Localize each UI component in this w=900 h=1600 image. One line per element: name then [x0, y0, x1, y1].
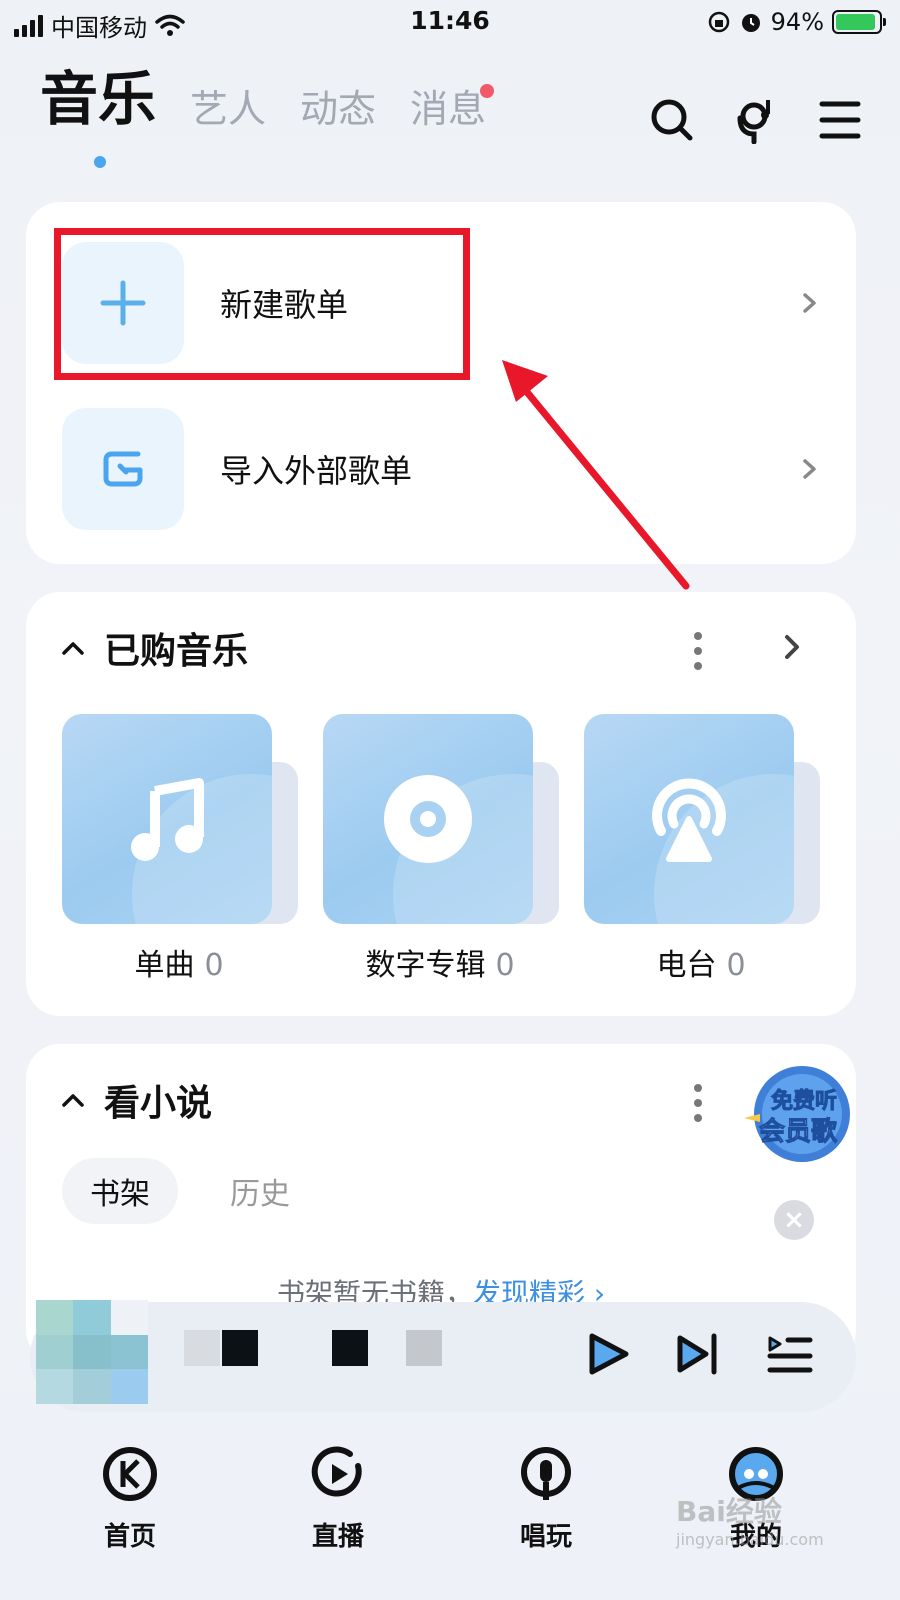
unread-dot: [480, 84, 495, 98]
free-vip-promo-badge[interactable]: 免费听 会员歌: [724, 1060, 864, 1170]
mic-icon: [521, 1447, 571, 1500]
highlight-box: [54, 228, 470, 380]
tab-history[interactable]: 历史: [202, 1158, 318, 1224]
nav-home[interactable]: 首页: [70, 1444, 190, 1553]
music-note-icon: [131, 778, 204, 861]
song-title-pixelated: [184, 1330, 444, 1366]
item-label: 电台: [656, 948, 717, 983]
playlist-icon[interactable]: [766, 1330, 814, 1378]
tab-messages[interactable]: 消息: [410, 84, 495, 134]
tab-artists[interactable]: 艺人: [190, 90, 266, 134]
chevron-right-icon[interactable]: [782, 628, 804, 666]
status-bar: 中国移动 11:46 94%: [0, 0, 900, 46]
search-icon[interactable]: [648, 96, 696, 144]
nav-label: 唱玩: [519, 1522, 572, 1552]
more-options-icon[interactable]: [694, 1084, 702, 1129]
close-promo-button[interactable]: ×: [774, 1200, 814, 1240]
chevron-right-icon: [803, 459, 816, 479]
tab-bookshelf[interactable]: 书架: [62, 1158, 178, 1224]
chevron-right-icon: [803, 293, 816, 313]
item-count: 0: [726, 948, 746, 983]
purchased-music-card: 已购音乐 单曲 0 数字专辑 0 电台 0: [26, 592, 856, 1016]
item-count: 0: [495, 948, 515, 983]
chevron-up-icon[interactable]: [60, 1090, 86, 1110]
album-cover-thumbnail[interactable]: [36, 1300, 148, 1404]
section-title: 看小说: [104, 1083, 213, 1124]
alarm-icon: [741, 14, 760, 32]
menu-icon[interactable]: [816, 96, 864, 144]
purchased-header[interactable]: 已购音乐: [60, 622, 248, 674]
rotation-lock-icon: [708, 11, 729, 33]
item-count: 0: [204, 948, 224, 983]
battery-icon: [832, 10, 886, 34]
top-tab-bar: 音乐 艺人 动态 消息: [40, 70, 495, 134]
annotation-arrow: [502, 360, 690, 590]
nav-live[interactable]: 直播: [278, 1444, 398, 1553]
novel-header[interactable]: 看小说: [60, 1074, 212, 1126]
radio-icon: [652, 778, 726, 862]
svg-text:会员歌: 会员歌: [759, 1117, 838, 1147]
item-label: 单曲: [134, 948, 195, 983]
import-icon: [62, 408, 184, 530]
tab-feed[interactable]: 动态: [300, 90, 376, 134]
nav-label: 首页: [103, 1522, 156, 1552]
watermark: Bai经验 jingyan.baidu.com: [676, 1495, 824, 1549]
disc-icon: [384, 775, 472, 863]
live-play-icon: [311, 1446, 362, 1497]
next-icon[interactable]: [674, 1330, 722, 1378]
chevron-up-icon[interactable]: [60, 638, 86, 658]
svg-text:免费听: 免费听: [771, 1088, 837, 1114]
item-label: 数字专辑: [365, 948, 486, 983]
import-playlist-label: 导入外部歌单: [220, 452, 413, 490]
nav-label: 直播: [311, 1522, 364, 1552]
k-logo-icon: [103, 1447, 157, 1501]
more-options-icon[interactable]: [694, 632, 702, 677]
active-tab-indicator: [94, 156, 106, 168]
tab-music[interactable]: 音乐: [40, 70, 156, 134]
play-icon[interactable]: [584, 1330, 632, 1378]
nav-sing[interactable]: 唱玩: [486, 1444, 606, 1553]
section-title: 已购音乐: [104, 631, 249, 672]
mic-music-icon[interactable]: [732, 96, 780, 145]
battery-percent: 94%: [770, 8, 824, 36]
